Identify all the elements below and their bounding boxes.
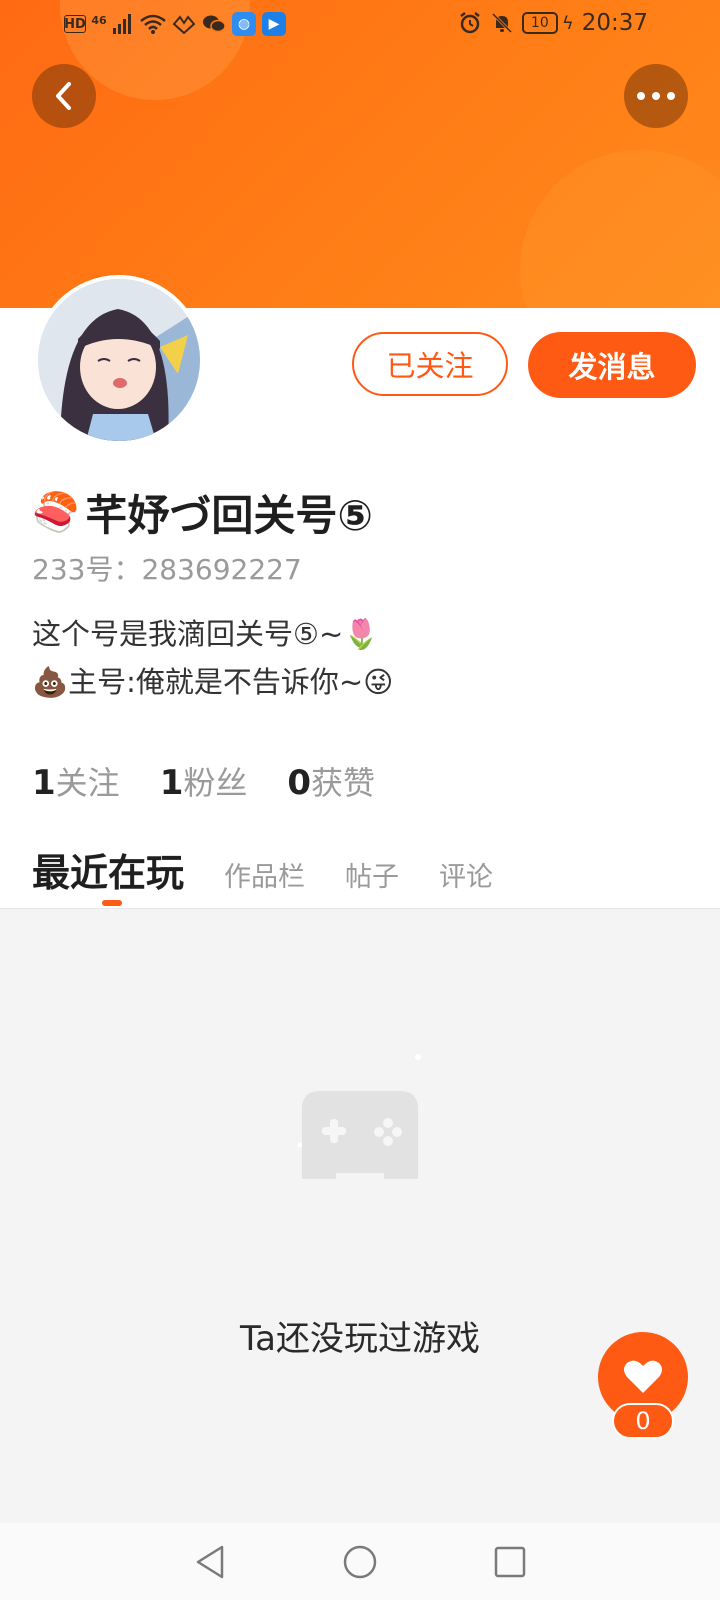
followed-button[interactable]: 已关注 [352,332,508,396]
banner-decoration [520,150,720,308]
more-options-button[interactable] [624,64,688,128]
nav-back-icon [196,1545,224,1578]
tab-posts[interactable]: 帖子 [345,855,399,894]
bio-line: 这个号是我滴回关号⑤~🌷 [32,617,380,651]
wifi-icon [140,14,166,34]
app-notification-icon: ▶ [262,12,286,36]
stat-label: 粉丝 [183,764,248,802]
hd-icon: HD [64,15,86,33]
profile-username: 🍣 芊妤づ回关号⑤ [32,482,373,543]
tab-works[interactable]: 作品栏 [224,855,305,894]
battery-indicator: 10 [521,12,558,34]
mute-notifications-icon [491,12,512,34]
nav-home-icon [343,1545,377,1578]
alarm-icon [460,12,480,34]
charging-icon: ϟ [561,12,574,34]
active-tab-indicator [102,900,122,906]
nav-home-button[interactable] [335,1537,385,1587]
send-message-button[interactable]: 发消息 [528,332,696,398]
profile-bio: 这个号是我滴回关号⑤~🌷 💩主号:俺就是不告诉你~😜 [32,610,393,706]
nav-back-button[interactable] [185,1537,235,1587]
avatar[interactable] [34,275,204,445]
bio-line: 💩主号:俺就是不告诉你~😜 [32,665,394,699]
stat-value: 0 [287,763,312,803]
back-button[interactable] [32,64,96,128]
username-text: 芊妤づ回关号⑤ [85,491,373,540]
signal-icon [113,14,131,34]
status-time: 20:37 [581,10,648,36]
more-horizontal-icon [637,92,675,100]
heartbeat-icon [172,15,196,34]
sushi-emoji: 🍣 [32,490,80,534]
browser-app-icon: ◍ [232,12,256,36]
nav-recents-icon [494,1546,526,1577]
network-type-label: 46 [91,13,107,27]
stat-followers[interactable]: 1粉丝 [160,758,248,804]
stat-label: 关注 [55,764,120,802]
profile-tabs: 最近在玩 作品栏 帖子 评论 [32,842,493,897]
stat-likes: 0获赞 [287,758,375,804]
system-nav-bar [0,1523,720,1600]
stat-value: 1 [32,763,56,803]
profile-stats: 1关注 1粉丝 0获赞 [32,758,375,804]
heart-icon [624,1360,662,1393]
like-count: 0 [612,1403,674,1439]
tab-content: Ta还没玩过游戏 [0,908,720,1524]
user-id: 233号：283692227 [32,553,302,586]
tab-comments[interactable]: 评论 [439,855,493,894]
wechat-icon [203,15,226,33]
stat-value: 1 [159,763,184,803]
stat-following[interactable]: 1关注 [32,758,120,804]
nav-recents-button[interactable] [485,1537,535,1587]
chevron-left-icon [56,82,71,110]
status-bar: HD 46 ◍ ▶ 10 ϟ 20:37 [0,0,720,48]
tab-recently-played[interactable]: 最近在玩 [32,842,184,897]
avatar-image [38,279,200,441]
gamepad-icon [292,1049,428,1189]
stat-label: 获赞 [311,764,376,802]
